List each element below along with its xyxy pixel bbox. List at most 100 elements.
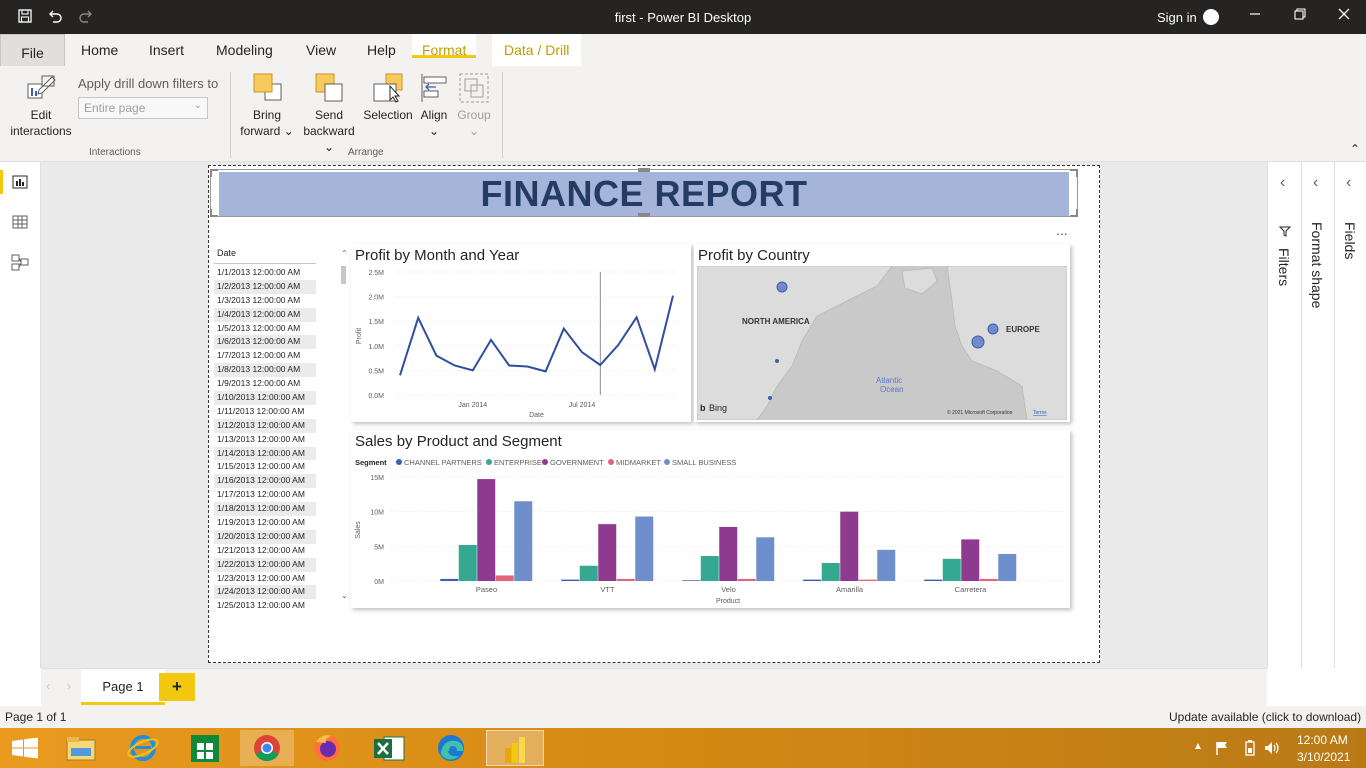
update-available-link[interactable]: Update available (click to download) bbox=[1169, 710, 1361, 724]
series-line[interactable] bbox=[399, 295, 674, 376]
bar[interactable] bbox=[858, 579, 877, 581]
scroll-thumb[interactable] bbox=[341, 266, 346, 284]
report-view-icon[interactable] bbox=[11, 173, 29, 191]
sales-bar-chart-card[interactable]: Sales by Product and Segment Segment CHAN… bbox=[351, 430, 1070, 608]
bar[interactable] bbox=[942, 558, 961, 581]
start-button[interactable] bbox=[0, 730, 50, 766]
chevron-down-icon[interactable]: ⌄ bbox=[341, 591, 348, 600]
resize-handle[interactable] bbox=[210, 209, 218, 217]
resize-handle[interactable] bbox=[1070, 209, 1078, 217]
bar[interactable] bbox=[719, 526, 738, 581]
legend-item[interactable]: MIDMARKET bbox=[616, 458, 661, 467]
group-button[interactable]: Group ⌄ bbox=[455, 72, 493, 139]
bar[interactable] bbox=[737, 578, 756, 581]
slicer-item[interactable]: 1/6/2013 12:00:00 AM bbox=[214, 335, 316, 350]
bar[interactable] bbox=[579, 565, 598, 581]
bar[interactable] bbox=[961, 539, 980, 581]
slicer-item[interactable]: 1/13/2013 12:00:00 AM bbox=[214, 433, 316, 447]
edit-interactions-button[interactable]: Edit interactions bbox=[6, 72, 76, 139]
chevron-left-icon[interactable]: ‹ bbox=[46, 679, 50, 693]
edge-icon[interactable] bbox=[426, 730, 476, 766]
map-bubble[interactable] bbox=[971, 335, 985, 349]
file-explorer-icon[interactable] bbox=[56, 730, 106, 766]
slicer-scrollbar[interactable]: ⌃ ⌄ bbox=[341, 249, 348, 604]
tab-file[interactable]: File bbox=[0, 34, 65, 69]
collapse-ribbon-icon[interactable]: ⌃ bbox=[1350, 142, 1360, 156]
format-shape-label[interactable]: Format shape bbox=[1309, 222, 1325, 308]
tab-view[interactable]: View bbox=[306, 42, 336, 58]
slicer-item[interactable]: 1/9/2013 12:00:00 AM bbox=[214, 377, 316, 391]
bar[interactable] bbox=[821, 562, 840, 581]
slicer-item[interactable]: 1/15/2013 12:00:00 AM bbox=[214, 460, 316, 474]
bar[interactable] bbox=[561, 579, 580, 581]
sign-in-link[interactable]: Sign in bbox=[1157, 10, 1197, 25]
filters-pane[interactable]: ‹ Filters bbox=[1267, 162, 1301, 668]
bar[interactable] bbox=[877, 549, 896, 581]
bar[interactable] bbox=[458, 544, 477, 581]
profit-map-card[interactable]: Profit by Country NORTH AMERICA EUROPE A… bbox=[694, 244, 1070, 422]
tab-data-drill[interactable]: Data / Drill bbox=[492, 34, 582, 66]
power-bi-icon[interactable] bbox=[486, 730, 544, 766]
slicer-item[interactable]: 1/24/2013 12:00:00 AM bbox=[214, 585, 316, 600]
fields-label[interactable]: Fields bbox=[1342, 222, 1358, 259]
restore-icon[interactable] bbox=[1290, 7, 1310, 27]
volume-icon[interactable] bbox=[1263, 740, 1281, 761]
slicer-item[interactable]: 1/11/2013 12:00:00 AM bbox=[214, 405, 316, 419]
slicer-item[interactable]: 1/17/2013 12:00:00 AM bbox=[214, 488, 316, 502]
taskbar-time[interactable]: 12:00 AM bbox=[1297, 733, 1348, 747]
filters-label[interactable]: Filters bbox=[1276, 248, 1292, 286]
bar[interactable] bbox=[682, 580, 701, 581]
align-button[interactable]: Align ⌄ bbox=[416, 72, 452, 139]
selection-button[interactable]: Selection bbox=[360, 72, 416, 123]
slicer-item[interactable]: 1/19/2013 12:00:00 AM bbox=[214, 516, 316, 530]
slicer-item[interactable]: 1/5/2013 12:00:00 AM bbox=[214, 322, 316, 336]
slicer-item[interactable]: 1/18/2013 12:00:00 AM bbox=[214, 502, 316, 517]
legend-item[interactable]: ENTERPRISE bbox=[494, 458, 542, 467]
add-page-button[interactable]: + bbox=[159, 673, 195, 701]
tab-format[interactable]: Format bbox=[412, 34, 477, 58]
resize-handle[interactable] bbox=[638, 168, 650, 172]
drill-scope-select[interactable]: Entire page ⌄ bbox=[78, 97, 208, 119]
flag-icon[interactable] bbox=[1214, 740, 1230, 761]
chevron-up-icon[interactable]: ⌃ bbox=[341, 249, 348, 258]
firefox-icon[interactable] bbox=[302, 730, 352, 766]
tab-insert[interactable]: Insert bbox=[149, 42, 184, 58]
bar[interactable] bbox=[598, 524, 617, 581]
bar[interactable] bbox=[440, 578, 459, 581]
map-bubble[interactable] bbox=[768, 396, 772, 400]
slicer-item[interactable]: 1/25/2013 12:00:00 AM bbox=[214, 599, 316, 613]
bar[interactable] bbox=[979, 578, 998, 581]
slicer-item[interactable]: 1/2/2013 12:00:00 AM bbox=[214, 279, 316, 294]
slicer-item[interactable]: 1/16/2013 12:00:00 AM bbox=[214, 474, 316, 489]
slicer-item[interactable]: 1/12/2013 12:00:00 AM bbox=[214, 418, 316, 433]
slicer-item[interactable]: 1/8/2013 12:00:00 AM bbox=[214, 363, 316, 378]
chevron-right-icon[interactable]: › bbox=[67, 679, 71, 693]
slicer-item[interactable]: 1/20/2013 12:00:00 AM bbox=[214, 529, 316, 544]
slicer-item[interactable]: 1/3/2013 12:00:00 AM bbox=[214, 294, 316, 308]
internet-explorer-icon[interactable] bbox=[118, 730, 168, 766]
map-bubble[interactable] bbox=[987, 323, 999, 335]
bring-forward-button[interactable]: Bring forward ⌄ bbox=[238, 72, 296, 139]
excel-icon[interactable] bbox=[364, 730, 414, 766]
slicer-item[interactable]: 1/7/2013 12:00:00 AM bbox=[214, 349, 316, 363]
avatar[interactable] bbox=[1203, 9, 1219, 25]
chrome-icon[interactable] bbox=[240, 730, 294, 766]
country-map[interactable]: NORTH AMERICA EUROPE Atlantic Ocean b Bi… bbox=[697, 266, 1067, 420]
resize-handle[interactable] bbox=[638, 213, 650, 217]
legend-item[interactable]: GOVERNMENT bbox=[550, 458, 604, 467]
slicer-item[interactable]: 1/22/2013 12:00:00 AM bbox=[214, 557, 316, 572]
legend-item[interactable]: CHANNEL PARTNERS bbox=[404, 458, 482, 467]
chevron-left-icon[interactable]: ‹ bbox=[1280, 174, 1285, 192]
slicer-item[interactable]: 1/1/2013 12:00:00 AM bbox=[214, 266, 316, 280]
format-shape-pane[interactable]: ‹ Format shape bbox=[1301, 162, 1334, 668]
show-hidden-icons[interactable]: ▲ bbox=[1193, 741, 1203, 752]
taskbar-date[interactable]: 3/10/2021 bbox=[1297, 750, 1350, 764]
bar[interactable] bbox=[924, 579, 943, 581]
battery-icon[interactable] bbox=[1243, 740, 1257, 761]
send-backward-button[interactable]: Send backward ⌄ bbox=[300, 72, 358, 155]
page-tab-page1[interactable]: Page 1 bbox=[81, 669, 165, 705]
bar[interactable] bbox=[840, 511, 859, 581]
chevron-left-icon[interactable]: ‹ bbox=[1346, 174, 1351, 192]
more-options-icon[interactable]: ... bbox=[1056, 222, 1068, 238]
map-terms-link[interactable]: Terms bbox=[1033, 410, 1047, 416]
